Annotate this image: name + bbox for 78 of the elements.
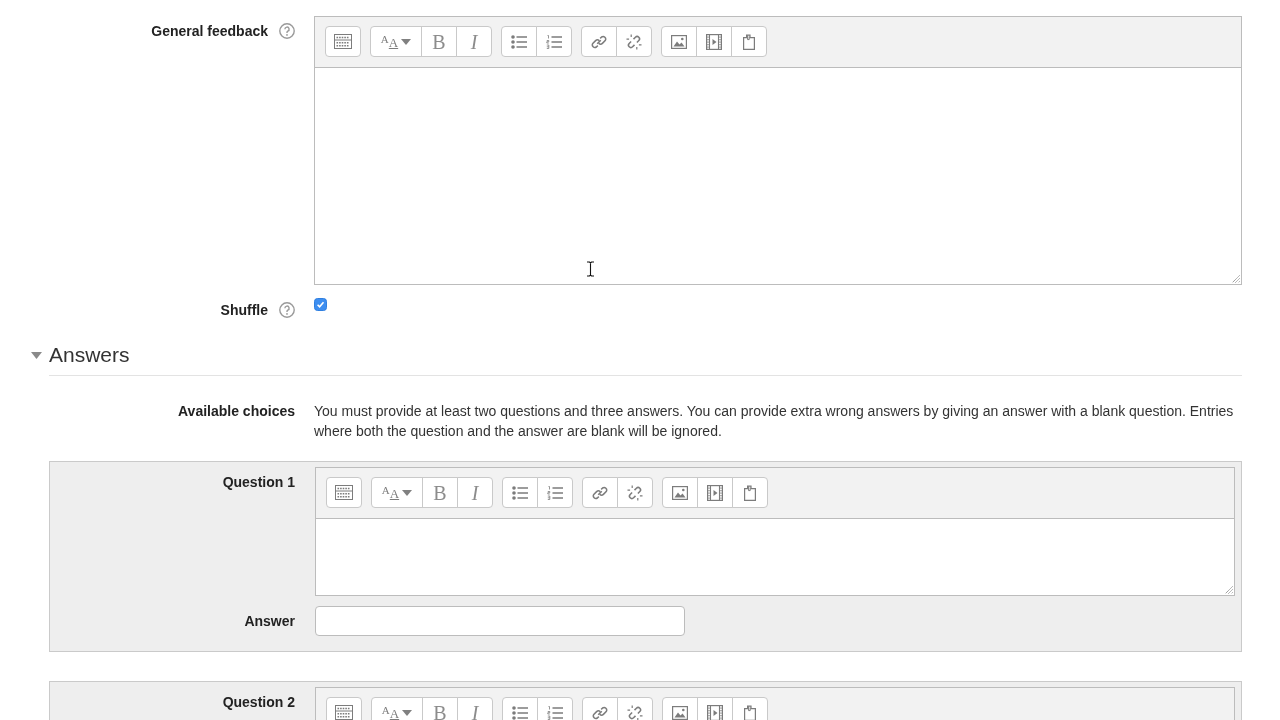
bullet-list-icon [512, 485, 528, 500]
numbered-list-icon [547, 705, 563, 720]
field-label: Question 1 [222, 473, 295, 492]
link-icon [592, 704, 608, 720]
toolbar-toggle-button[interactable] [326, 697, 362, 720]
numbered-list-icon [547, 485, 563, 500]
image-button[interactable] [662, 697, 698, 720]
text-style-button[interactable]: $^{A}$A [371, 697, 423, 720]
caret-icon [401, 38, 412, 45]
keyboard-icon [335, 705, 353, 720]
italic-button[interactable]: I [456, 26, 492, 57]
broken-link-icon [627, 484, 643, 501]
numbered-list-button[interactable] [536, 26, 572, 57]
help-icon[interactable] [279, 302, 295, 318]
resize-grip-icon[interactable] [1225, 586, 1233, 594]
file-button[interactable] [731, 26, 767, 57]
field-label: Available choices [178, 402, 295, 421]
numbered-list-button[interactable] [537, 477, 573, 508]
field-label: Question 2 [222, 693, 295, 712]
broken-link-icon [626, 33, 642, 50]
link-icon [591, 33, 607, 50]
image-button[interactable] [661, 26, 697, 57]
bullet-list-icon [511, 34, 527, 49]
unlink-button[interactable] [617, 697, 653, 720]
caret-icon [402, 489, 413, 496]
numbered-list-button[interactable] [537, 697, 573, 720]
film-icon [707, 484, 723, 501]
field-label: General feedback [151, 22, 268, 41]
document-icon [742, 33, 756, 50]
link-button[interactable] [581, 26, 617, 57]
broken-link-icon [627, 704, 643, 720]
keyboard-icon [334, 34, 352, 49]
text-cursor-icon [586, 261, 595, 277]
image-icon [672, 705, 688, 720]
file-button[interactable] [732, 477, 768, 508]
toolbar-toggle-button[interactable] [326, 477, 362, 508]
keyboard-icon [335, 485, 353, 500]
document-icon [743, 704, 757, 720]
unlink-button[interactable] [616, 26, 652, 57]
film-icon [707, 704, 723, 720]
resize-grip-icon[interactable] [1232, 275, 1240, 283]
bullet-list-button[interactable] [502, 477, 538, 508]
editor-field[interactable] [314, 68, 1242, 285]
editor-field[interactable] [315, 519, 1235, 596]
bullet-list-button[interactable] [501, 26, 537, 57]
bullet-list-icon [512, 705, 528, 720]
image-icon [672, 485, 688, 500]
unlink-button[interactable] [617, 477, 653, 508]
field-label: Shuffle [220, 301, 268, 320]
document-icon [743, 484, 757, 501]
bold-button[interactable]: B [422, 697, 458, 720]
media-button[interactable] [697, 697, 733, 720]
media-button[interactable] [696, 26, 732, 57]
link-icon [592, 484, 608, 501]
italic-button[interactable]: I [457, 697, 493, 720]
image-icon [671, 34, 687, 49]
caret-icon[interactable] [31, 352, 42, 359]
toolbar-toggle-button[interactable] [325, 26, 361, 57]
media-button[interactable] [697, 477, 733, 508]
bullet-list-button[interactable] [502, 697, 538, 720]
answer-field[interactable] [315, 606, 685, 636]
section-heading[interactable]: Answers [49, 343, 130, 366]
film-icon [706, 33, 722, 50]
field-label: Answer [244, 612, 295, 631]
text-style-button[interactable]: $^{A}$A [370, 26, 422, 57]
image-button[interactable] [662, 477, 698, 508]
numbered-list-icon [546, 34, 562, 49]
text-style-button[interactable]: $^{A}$A [371, 477, 423, 508]
help-icon[interactable] [279, 23, 295, 39]
instructions-text: You must provide at least two questions and three answers. You can provide extra wrong answers by giving an answer with a blank question. Entries where both the question and the answer are blank will be ignored. [314, 402, 1235, 441]
italic-button[interactable]: I [457, 477, 493, 508]
checkbox[interactable] [314, 298, 327, 311]
bold-button[interactable]: B [421, 26, 457, 57]
file-button[interactable] [732, 697, 768, 720]
caret-icon [402, 709, 413, 716]
bold-button[interactable]: B [422, 477, 458, 508]
link-button[interactable] [582, 477, 618, 508]
link-button[interactable] [582, 697, 618, 720]
